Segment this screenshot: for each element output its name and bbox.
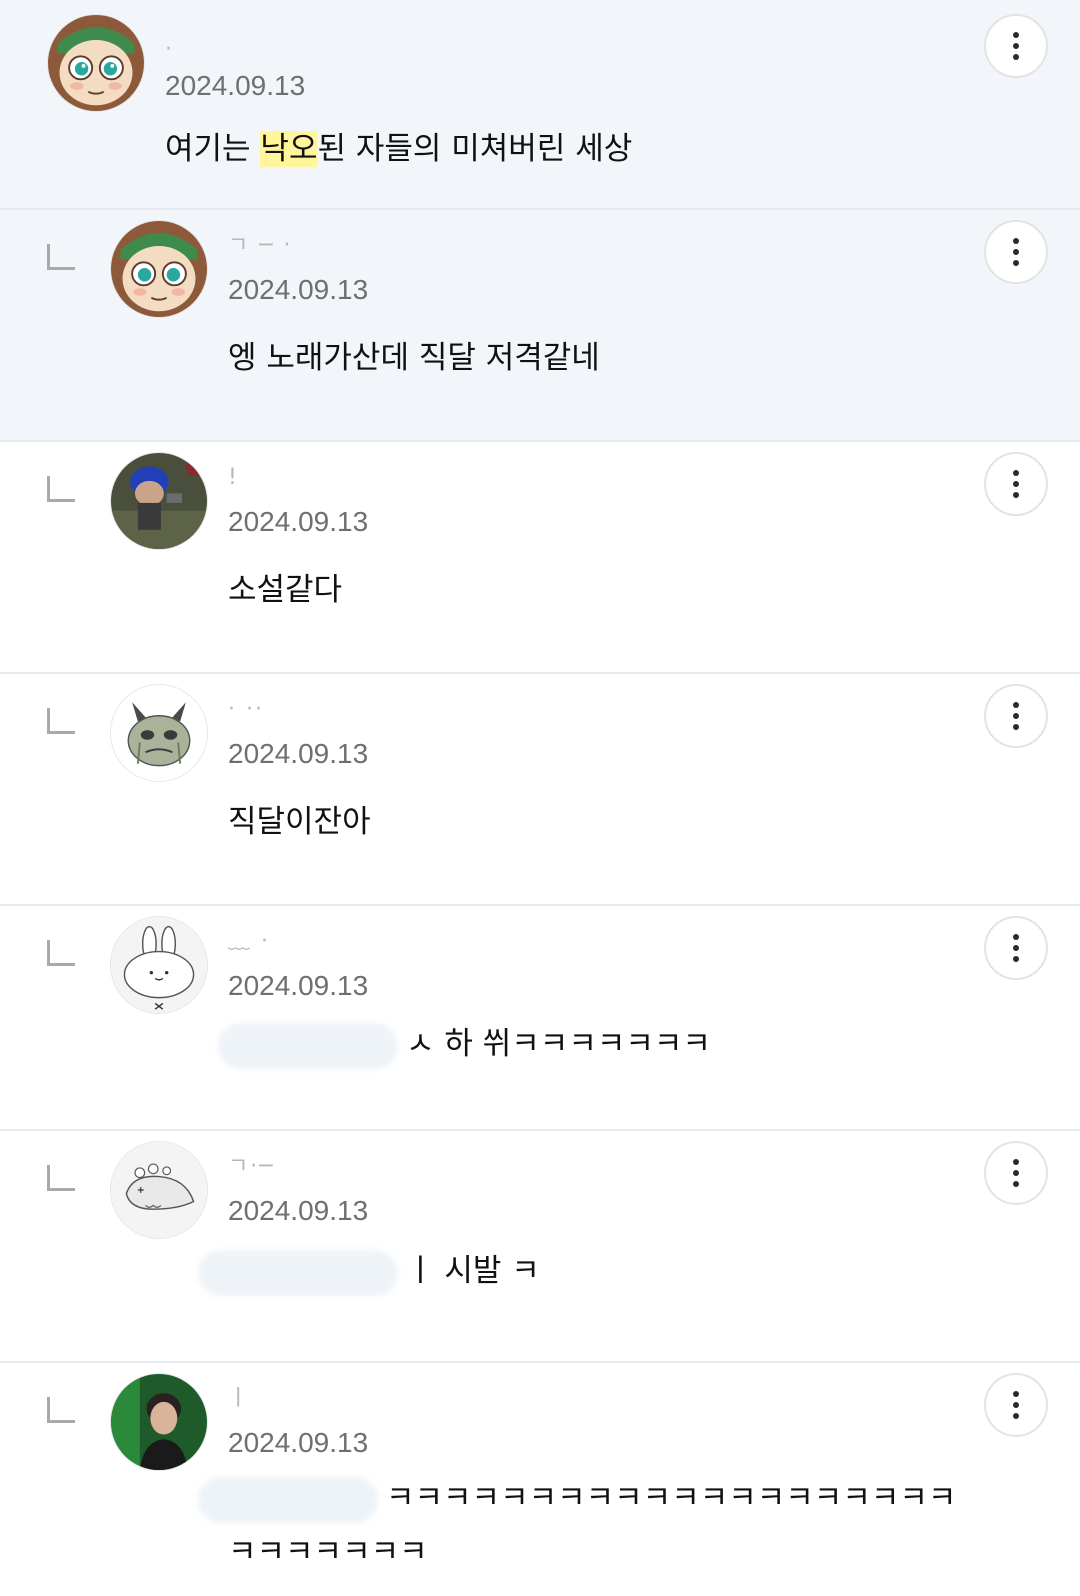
author-name[interactable]: · ··: [228, 696, 264, 724]
more-dot-icon: [1013, 260, 1019, 266]
more-dot-icon: [1013, 43, 1019, 49]
reply-arrow-icon: [47, 1397, 75, 1423]
green-hat-character-avatar-icon[interactable]: [110, 220, 208, 318]
author-name[interactable]: ﹏ ·: [228, 928, 270, 956]
more-dot-icon: [1013, 702, 1019, 708]
comment-text-part: 하 쒸ㅋㅋㅋㅋㅋㅋㅋ: [444, 1026, 711, 1062]
more-dot-icon: [1013, 492, 1019, 498]
comment-text-part: ㅋㅋㅋㅋㅋㅋㅋㅋㅋㅋㅋㅋㅋㅋㅋㅋㅋㅋㅋㅋ: [386, 1480, 957, 1516]
seal-doodle-avatar-icon[interactable]: [110, 1141, 208, 1239]
more-dot-icon: [1013, 945, 1019, 951]
comment-text-line: ㅋㅋㅋㅋㅋㅋㅋㅋㅋㅋㅋㅋㅋㅋㅋㅋㅋㅋㅋㅋ: [198, 1471, 957, 1525]
author-name[interactable]: ㄱ·─: [228, 1153, 274, 1181]
more-options-button[interactable]: [984, 684, 1048, 748]
redacted-mention: [218, 1022, 398, 1069]
more-dot-icon: [1013, 249, 1019, 255]
more-dot-icon: [1013, 1413, 1019, 1419]
reply-item: ㄱ·─ 2024.09.13 ㅣ 시발 ㅋ: [0, 1131, 1080, 1363]
more-dot-icon: [1013, 713, 1019, 719]
more-dot-icon: [1013, 724, 1019, 730]
comment-date: 2024.09.13: [228, 506, 369, 537]
more-options-button[interactable]: [984, 916, 1048, 980]
author-name[interactable]: ·: [165, 36, 174, 64]
more-options-button[interactable]: [984, 452, 1048, 516]
comment-text: 엥 노래가산데 직달 저격같네: [228, 340, 600, 376]
comment-date: 2024.09.13: [228, 970, 369, 1001]
author-name[interactable]: !: [228, 464, 239, 492]
comment-date: 2024.09.13: [228, 1195, 369, 1226]
person-photo-avatar-icon[interactable]: [110, 1373, 208, 1471]
reply-arrow-icon: [47, 1165, 75, 1191]
comment-date: 2024.09.13: [165, 70, 306, 101]
reply-arrow-icon: [47, 940, 75, 966]
comment-date: 2024.09.13: [228, 738, 369, 769]
crying-frog-avatar-icon[interactable]: [110, 684, 208, 782]
more-dot-icon: [1013, 1391, 1019, 1397]
bunny-doodle-avatar-icon[interactable]: [110, 916, 208, 1014]
more-options-button[interactable]: [984, 220, 1048, 284]
reply-arrow-icon: [47, 244, 75, 270]
more-dot-icon: [1013, 481, 1019, 487]
more-dot-icon: [1013, 470, 1019, 476]
more-dot-icon: [1013, 934, 1019, 940]
redacted-mention: [198, 1476, 378, 1523]
more-dot-icon: [1013, 1402, 1019, 1408]
comment-text: ㅣ 시발 ㅋ: [198, 1247, 540, 1296]
more-options-button[interactable]: [984, 1373, 1048, 1437]
author-name[interactable]: ㄱ ─ ·: [228, 232, 292, 260]
comment-text-prefix: ㅣ: [406, 1253, 435, 1289]
comment-item: · 2024.09.13 여기는 낙오된 자들의 미쳐버린 세상: [0, 0, 1080, 210]
more-dot-icon: [1013, 1181, 1019, 1187]
reply-arrow-icon: [47, 476, 75, 502]
comment-text: ㅋㅋㅋㅋㅋㅋㅋㅋㅋㅋㅋㅋㅋㅋㅋㅋㅋㅋㅋㅋ ㅋㅋㅋㅋㅋㅋㅋ: [198, 1471, 957, 1579]
comment-date: 2024.09.13: [228, 274, 369, 305]
reply-item: ㄱ ─ · 2024.09.13 엥 노래가산데 직달 저격같네: [0, 210, 1080, 442]
more-options-button[interactable]: [984, 14, 1048, 78]
blue-hair-game-character-avatar-icon[interactable]: [110, 452, 208, 550]
more-dot-icon: [1013, 32, 1019, 38]
comment-text-part: 여기는: [165, 131, 261, 167]
reply-item: · ·· 2024.09.13 직달이잔아: [0, 674, 1080, 906]
more-dot-icon: [1013, 1170, 1019, 1176]
green-hat-character-avatar-icon[interactable]: [47, 14, 145, 112]
comment-text: 소설같다: [228, 572, 343, 608]
more-dot-icon: [1013, 54, 1019, 60]
comment-list: · 2024.09.13 여기는 낙오된 자들의 미쳐버린 세상 ㄱ ─ · 2…: [0, 0, 1080, 1596]
comment-text-line: ㅋㅋㅋㅋㅋㅋㅋ: [228, 1534, 428, 1570]
author-name[interactable]: ㅣ: [228, 1385, 250, 1413]
more-options-button[interactable]: [984, 1141, 1048, 1205]
comment-text-part: 된 자들의 미쳐버린 세상: [317, 131, 633, 167]
more-dot-icon: [1013, 1159, 1019, 1165]
reply-arrow-icon: [47, 708, 75, 734]
more-dot-icon: [1013, 238, 1019, 244]
comment-text: 여기는 낙오된 자들의 미쳐버린 세상: [165, 125, 632, 173]
reply-item: ㅣ 2024.09.13 ㅋㅋㅋㅋㅋㅋㅋㅋㅋㅋㅋㅋㅋㅋㅋㅋㅋㅋㅋㅋ ㅋㅋㅋㅋㅋㅋ…: [0, 1363, 1080, 1596]
comment-text-prefix: ㅅ: [406, 1026, 435, 1062]
reply-item: ! 2024.09.13 소설같다: [0, 442, 1080, 674]
comment-text: 직달이잔아: [228, 804, 371, 840]
comment-text: ㅅ 하 쒸ㅋㅋㅋㅋㅋㅋㅋ: [218, 1020, 711, 1069]
highlighted-keyword: 낙오: [260, 131, 318, 167]
comment-date: 2024.09.13: [228, 1427, 369, 1458]
reply-item: ﹏ · 2024.09.13 ㅅ 하 쒸ㅋㅋㅋㅋㅋㅋㅋ: [0, 906, 1080, 1131]
more-dot-icon: [1013, 956, 1019, 962]
redacted-mention: [198, 1249, 398, 1296]
comment-text-part: 시발 ㅋ: [444, 1253, 540, 1289]
